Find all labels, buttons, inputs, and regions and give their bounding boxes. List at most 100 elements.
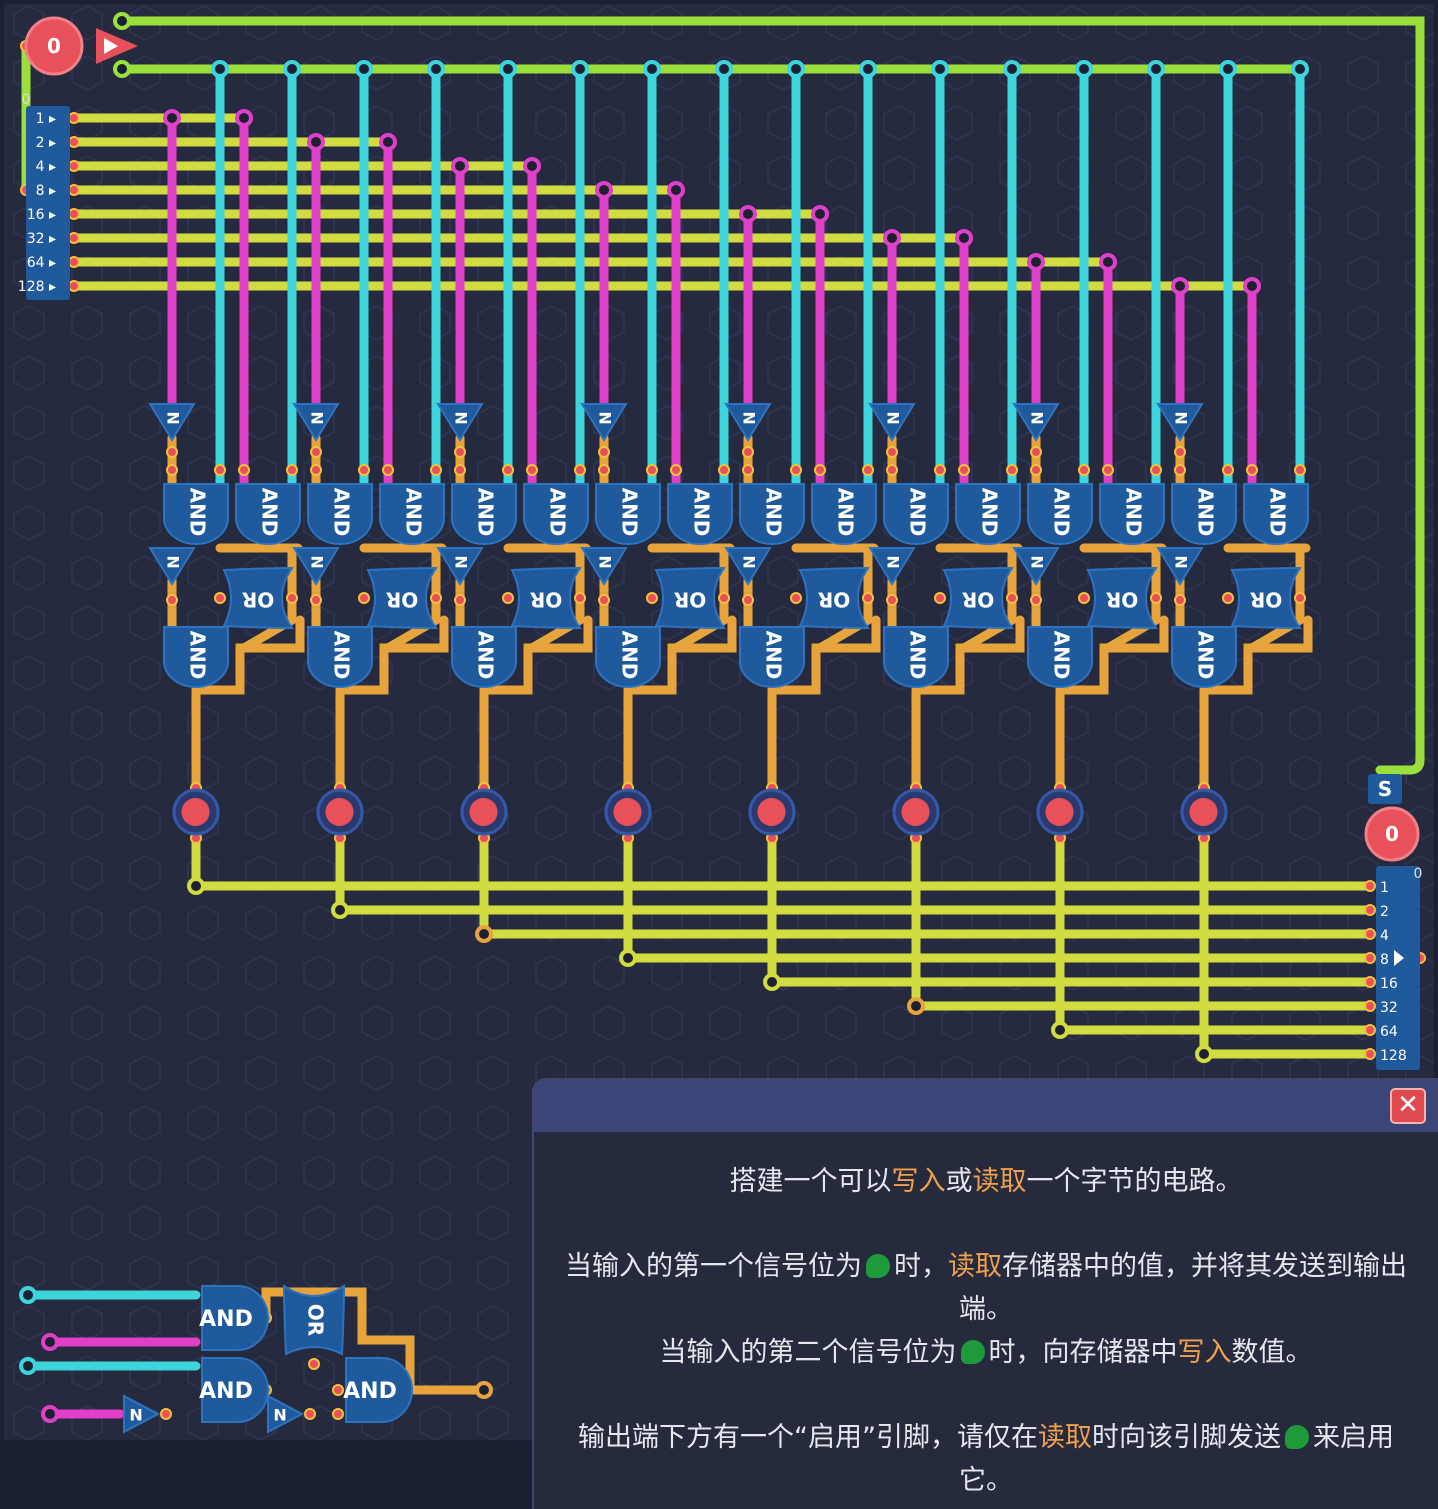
gate-pin[interactable]: [310, 464, 322, 476]
gate-pin[interactable]: [214, 592, 226, 604]
gate-pin[interactable]: [574, 464, 586, 476]
gate-pin[interactable]: [1364, 1024, 1376, 1036]
gate-pin[interactable]: [1078, 464, 1090, 476]
gate-pin[interactable]: [934, 464, 946, 476]
and-gate[interactable]: AND: [955, 483, 1021, 545]
gate-pin[interactable]: [68, 184, 80, 196]
and-gate[interactable]: AND: [1027, 483, 1093, 545]
gate-pin[interactable]: [166, 446, 178, 458]
gate-pin[interactable]: [1150, 592, 1162, 604]
gate-pin[interactable]: [958, 464, 970, 476]
and-gate[interactable]: AND: [523, 483, 589, 545]
gate-pin[interactable]: [1006, 464, 1018, 476]
and-gate[interactable]: AND: [739, 483, 805, 545]
gate-pin[interactable]: [68, 112, 80, 124]
gate-pin[interactable]: [574, 592, 586, 604]
close-button[interactable]: ✕: [1390, 1088, 1426, 1124]
gate-pin[interactable]: [1364, 904, 1376, 916]
gate-pin[interactable]: [598, 594, 610, 606]
and-gate[interactable]: AND: [883, 483, 949, 545]
gate-pin[interactable]: [1364, 880, 1376, 892]
gate-pin[interactable]: [166, 594, 178, 606]
gate-pin[interactable]: [1364, 1048, 1376, 1060]
gate-pin[interactable]: [382, 464, 394, 476]
gate-pin[interactable]: [646, 592, 658, 604]
and-gate[interactable]: AND: [1171, 483, 1237, 545]
gate-pin[interactable]: [886, 464, 898, 476]
gate-pin[interactable]: [68, 256, 80, 268]
and-gate[interactable]: AND: [883, 626, 949, 688]
gate-pin[interactable]: [886, 594, 898, 606]
or-gate[interactable]: OR: [942, 566, 1014, 630]
and-gate[interactable]: AND: [199, 1285, 269, 1351]
gate-pin[interactable]: [1030, 464, 1042, 476]
gate-pin[interactable]: [814, 464, 826, 476]
and-gate[interactable]: AND: [595, 626, 661, 688]
and-gate[interactable]: AND: [1243, 483, 1309, 545]
gate-pin[interactable]: [718, 464, 730, 476]
gate-pin[interactable]: [598, 446, 610, 458]
gate-pin[interactable]: [1222, 464, 1234, 476]
gate-pin[interactable]: [1294, 592, 1306, 604]
or-gate[interactable]: OR: [654, 566, 726, 630]
gate-pin[interactable]: [68, 232, 80, 244]
gate-pin[interactable]: [310, 446, 322, 458]
gate-pin[interactable]: [332, 1408, 344, 1420]
gate-pin[interactable]: [790, 464, 802, 476]
and-gate[interactable]: AND: [739, 626, 805, 688]
gate-pin[interactable]: [454, 464, 466, 476]
gate-pin[interactable]: [430, 464, 442, 476]
gate-pin[interactable]: [286, 592, 298, 604]
gate-pin[interactable]: [862, 464, 874, 476]
gate-pin[interactable]: [1078, 592, 1090, 604]
gate-pin[interactable]: [430, 592, 442, 604]
gate-pin[interactable]: [68, 208, 80, 220]
and-gate[interactable]: AND: [343, 1357, 413, 1423]
gate-pin[interactable]: [1174, 594, 1186, 606]
and-gate[interactable]: AND: [1027, 626, 1093, 688]
gate-pin[interactable]: [1364, 976, 1376, 988]
gate-pin[interactable]: [742, 594, 754, 606]
gate-pin[interactable]: [160, 1408, 172, 1420]
gate-pin[interactable]: [1030, 594, 1042, 606]
gate-pin[interactable]: [886, 446, 898, 458]
gate-pin[interactable]: [454, 594, 466, 606]
and-gate[interactable]: AND: [307, 626, 373, 688]
gate-pin[interactable]: [1364, 952, 1376, 964]
or-gate[interactable]: OR: [510, 566, 582, 630]
and-gate[interactable]: AND: [595, 483, 661, 545]
gate-pin[interactable]: [214, 464, 226, 476]
gate-pin[interactable]: [358, 592, 370, 604]
gate-pin[interactable]: [790, 592, 802, 604]
gate-pin[interactable]: [1030, 446, 1042, 458]
gate-pin[interactable]: [742, 464, 754, 476]
gate-pin[interactable]: [358, 464, 370, 476]
gate-pin[interactable]: [166, 464, 178, 476]
gate-pin[interactable]: [454, 446, 466, 458]
gate-pin[interactable]: [502, 464, 514, 476]
gate-pin[interactable]: [238, 464, 250, 476]
gate-pin[interactable]: [526, 464, 538, 476]
gate-pin[interactable]: [1222, 592, 1234, 604]
and-gate[interactable]: AND: [667, 483, 733, 545]
gate-pin[interactable]: [646, 464, 658, 476]
gate-pin[interactable]: [286, 464, 298, 476]
or-gate[interactable]: OR: [1230, 566, 1302, 630]
gate-pin[interactable]: [934, 592, 946, 604]
gate-pin[interactable]: [502, 592, 514, 604]
or-gate[interactable]: OR: [282, 1284, 346, 1356]
gate-pin[interactable]: [1102, 464, 1114, 476]
gate-pin[interactable]: [304, 1408, 316, 1420]
gate-pin[interactable]: [68, 160, 80, 172]
gate-pin[interactable]: [1174, 464, 1186, 476]
gate-pin[interactable]: [718, 592, 730, 604]
and-gate[interactable]: AND: [451, 626, 517, 688]
gate-pin[interactable]: [670, 464, 682, 476]
gate-pin[interactable]: [68, 280, 80, 292]
or-gate[interactable]: OR: [366, 566, 438, 630]
gate-pin[interactable]: [862, 592, 874, 604]
gate-pin[interactable]: [1246, 464, 1258, 476]
gate-pin[interactable]: [1294, 464, 1306, 476]
gate-pin[interactable]: [1174, 446, 1186, 458]
gate-pin[interactable]: [598, 464, 610, 476]
